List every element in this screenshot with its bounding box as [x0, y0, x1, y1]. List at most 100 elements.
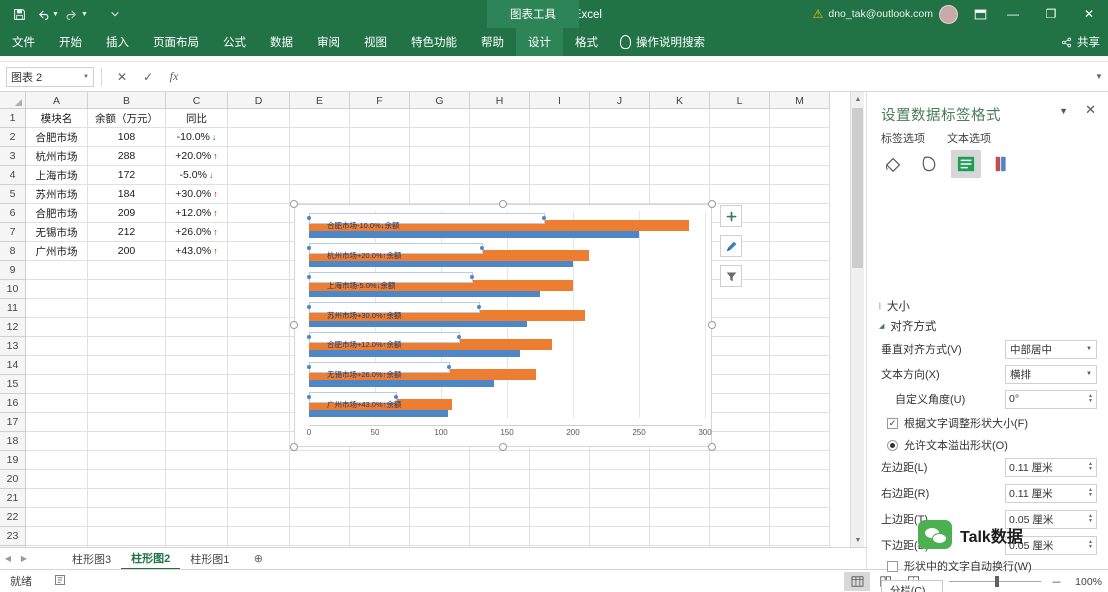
- cell-B7[interactable]: 212: [88, 223, 166, 242]
- cell-E5[interactable]: [290, 185, 350, 204]
- pane-section-alignment[interactable]: ◢ 对齐方式: [879, 318, 936, 334]
- cell-D4[interactable]: [228, 166, 290, 185]
- accessibility-icon[interactable]: [54, 574, 66, 589]
- cell-M8[interactable]: [770, 242, 830, 261]
- insert-function-icon[interactable]: fx: [161, 66, 187, 88]
- expand-formula-bar-icon[interactable]: ▼: [1090, 66, 1108, 88]
- cell-C16[interactable]: [166, 394, 228, 413]
- cell-F5[interactable]: [350, 185, 410, 204]
- ribbon-tab-design[interactable]: 设计: [516, 28, 563, 56]
- chart-filters-funnel-icon[interactable]: [720, 265, 742, 287]
- row-header-8[interactable]: 8: [0, 242, 25, 261]
- row-header-1[interactable]: 1: [0, 109, 25, 128]
- cell-I2[interactable]: [530, 128, 590, 147]
- redo-icon[interactable]: [61, 3, 83, 25]
- cell-D11[interactable]: [228, 299, 290, 318]
- cell-B2[interactable]: 108: [88, 128, 166, 147]
- cell-I20[interactable]: [530, 470, 590, 489]
- cell-L4[interactable]: [710, 166, 770, 185]
- sheet-nav-prev-icon[interactable]: ◀: [0, 548, 16, 570]
- cell-A6[interactable]: 合肥市场: [26, 204, 88, 223]
- cell-L1[interactable]: [710, 109, 770, 128]
- cell-M23[interactable]: [770, 527, 830, 546]
- cell-K21[interactable]: [650, 489, 710, 508]
- row-header-7[interactable]: 7: [0, 223, 25, 242]
- share-button[interactable]: 共享: [1061, 28, 1100, 56]
- cell-C21[interactable]: [166, 489, 228, 508]
- cell-G23[interactable]: [410, 527, 470, 546]
- cell-K20[interactable]: [650, 470, 710, 489]
- spinner-arrows-icon[interactable]: ▲ ▼: [1088, 462, 1093, 472]
- cell-D8[interactable]: [228, 242, 290, 261]
- data-label-text[interactable]: 无锡市场+26.0%↑余额: [327, 369, 401, 380]
- cell-I21[interactable]: [530, 489, 590, 508]
- cell-M5[interactable]: [770, 185, 830, 204]
- cell-B6[interactable]: 209: [88, 204, 166, 223]
- save-icon[interactable]: [8, 3, 30, 25]
- cell-B20[interactable]: [88, 470, 166, 489]
- cell-L17[interactable]: [710, 413, 770, 432]
- cell-C4[interactable]: -5.0% ↓: [166, 166, 228, 185]
- column-header-C[interactable]: C: [166, 92, 228, 109]
- ribbon-display-options-icon[interactable]: [966, 0, 994, 28]
- cell-I19[interactable]: [530, 451, 590, 470]
- data-label-text[interactable]: 苏州市场+30.0%↑余额: [327, 310, 401, 321]
- column-header-H[interactable]: H: [470, 92, 530, 109]
- cell-C6[interactable]: +12.0% ↑: [166, 204, 228, 223]
- row-header-15[interactable]: 15: [0, 375, 25, 394]
- account-email[interactable]: dno_tak@outlook.com: [828, 8, 933, 20]
- cell-L16[interactable]: [710, 394, 770, 413]
- zoom-level[interactable]: 100%: [1068, 576, 1102, 588]
- cell-D18[interactable]: [228, 432, 290, 451]
- cell-B22[interactable]: [88, 508, 166, 527]
- chart-tools-contextual-tab[interactable]: 图表工具: [487, 0, 579, 28]
- cell-H22[interactable]: [470, 508, 530, 527]
- minimize-button[interactable]: —: [994, 0, 1032, 28]
- chart-handle-ml[interactable]: [290, 321, 298, 329]
- cell-L21[interactable]: [710, 489, 770, 508]
- cell-G3[interactable]: [410, 147, 470, 166]
- cell-J22[interactable]: [590, 508, 650, 527]
- cell-C15[interactable]: [166, 375, 228, 394]
- ribbon-tab-review[interactable]: 审阅: [305, 28, 352, 56]
- cell-I4[interactable]: [530, 166, 590, 185]
- cell-F2[interactable]: [350, 128, 410, 147]
- cell-A3[interactable]: 杭州市场: [26, 147, 88, 166]
- cell-D19[interactable]: [228, 451, 290, 470]
- cell-C23[interactable]: [166, 527, 228, 546]
- cell-G22[interactable]: [410, 508, 470, 527]
- cell-J3[interactable]: [590, 147, 650, 166]
- chart-handle-bc[interactable]: [499, 443, 507, 451]
- cell-B11[interactable]: [88, 299, 166, 318]
- cell-B3[interactable]: 288: [88, 147, 166, 166]
- data-label-text[interactable]: 广州市场+43.0%↑余额: [327, 399, 401, 410]
- spinner-arrows-icon[interactable]: ▲ ▼: [1088, 514, 1093, 524]
- row-header-5[interactable]: 5: [0, 185, 25, 204]
- cell-A1[interactable]: 模块名: [26, 109, 88, 128]
- cell-M20[interactable]: [770, 470, 830, 489]
- cell-A15[interactable]: [26, 375, 88, 394]
- cell-D3[interactable]: [228, 147, 290, 166]
- radio-allow-overflow[interactable]: 允许文本溢出形状(O): [887, 437, 1008, 453]
- cell-H4[interactable]: [470, 166, 530, 185]
- cell-A10[interactable]: [26, 280, 88, 299]
- radio-allow-overflow-dot[interactable]: [887, 439, 898, 451]
- cell-J4[interactable]: [590, 166, 650, 185]
- cell-L23[interactable]: [710, 527, 770, 546]
- name-box[interactable]: 图表 2 ▼: [6, 66, 94, 87]
- cell-G2[interactable]: [410, 128, 470, 147]
- cell-B4[interactable]: 172: [88, 166, 166, 185]
- cell-H20[interactable]: [470, 470, 530, 489]
- normal-view-icon[interactable]: [844, 572, 870, 591]
- cell-G20[interactable]: [410, 470, 470, 489]
- cell-E19[interactable]: [290, 451, 350, 470]
- cell-D17[interactable]: [228, 413, 290, 432]
- ribbon-tab-page-layout[interactable]: 页面布局: [141, 28, 211, 56]
- cell-M18[interactable]: [770, 432, 830, 451]
- cell-K23[interactable]: [650, 527, 710, 546]
- cell-A22[interactable]: [26, 508, 88, 527]
- cell-M16[interactable]: [770, 394, 830, 413]
- cell-M14[interactable]: [770, 356, 830, 375]
- cell-D23[interactable]: [228, 527, 290, 546]
- cell-G1[interactable]: [410, 109, 470, 128]
